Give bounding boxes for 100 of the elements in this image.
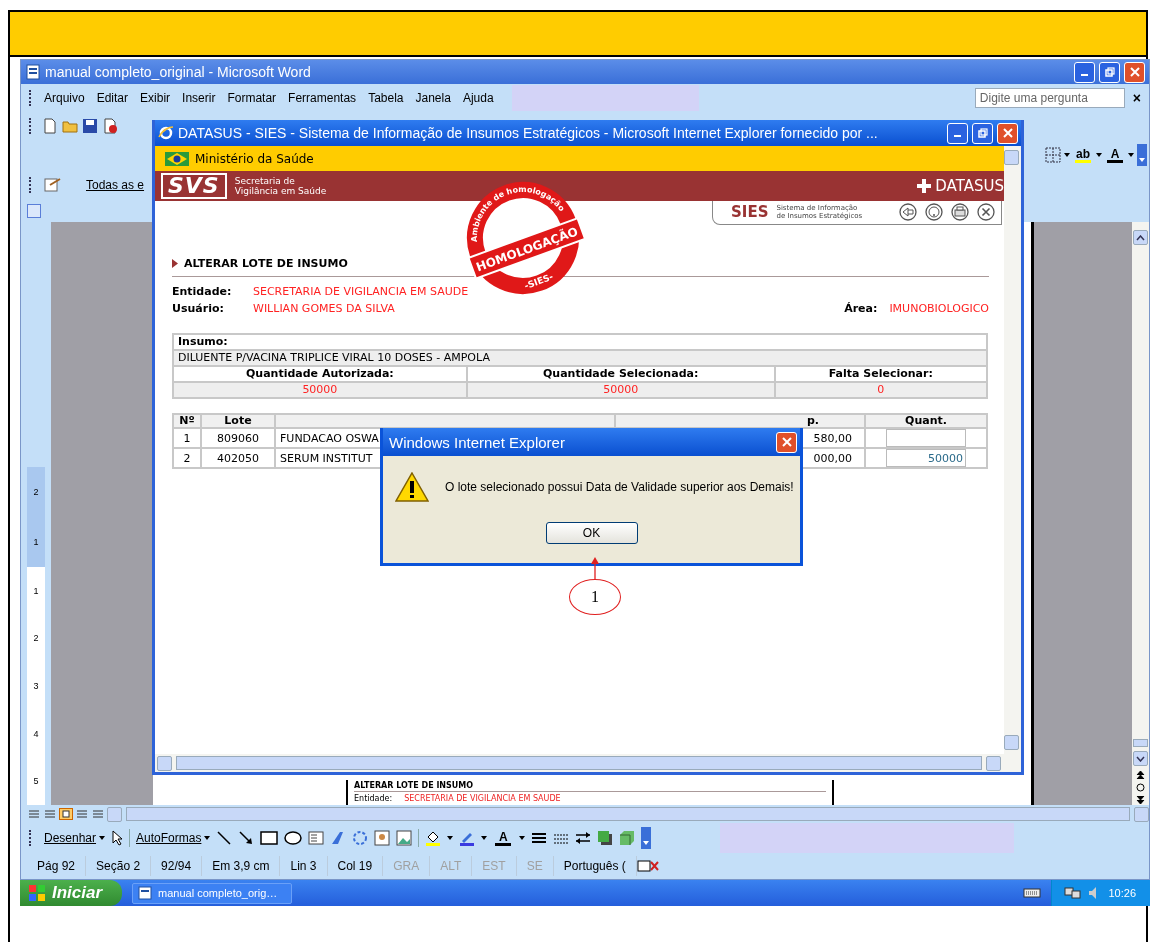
web-view-icon[interactable] (43, 808, 57, 820)
close-button[interactable] (1124, 61, 1145, 83)
quantity-field[interactable] (886, 429, 966, 447)
previous-page-icon[interactable] (1136, 770, 1145, 779)
line-style-icon[interactable] (531, 830, 548, 846)
status-item: Col 19 (327, 856, 384, 876)
agency-name: Secretaria de Vigilância em Saúde (234, 176, 327, 196)
browse-object-icon[interactable] (1136, 783, 1145, 792)
text-box-icon[interactable] (308, 830, 325, 846)
status-item: Em 3,9 cm (202, 856, 281, 876)
quantity-field[interactable]: 50000 (886, 449, 966, 467)
fill-color-icon[interactable] (425, 830, 442, 846)
menu-item[interactable]: Formatar (221, 91, 283, 105)
status-item: Seção 2 (86, 856, 152, 876)
keyboard-icon[interactable] (1023, 887, 1042, 899)
cross-icon (917, 179, 932, 193)
rectangle-icon[interactable] (260, 830, 279, 846)
line-icon[interactable] (216, 830, 233, 846)
preview-value: SECRETARIA DE VIGILANCIA EM SAUDE (404, 794, 561, 804)
status-item: EST (472, 856, 517, 876)
dropdown-caret-icon[interactable] (481, 836, 488, 840)
clip-art-icon[interactable] (374, 830, 391, 846)
borders-icon[interactable] (1045, 147, 1061, 163)
menu-item[interactable]: Ajuda (456, 91, 500, 105)
picture-icon[interactable] (396, 830, 413, 846)
dropdown-caret-icon[interactable] (1096, 153, 1102, 157)
font-color-button[interactable]: A (1105, 147, 1125, 163)
toolbar-options-icon[interactable] (1137, 144, 1147, 166)
menu-item[interactable]: Ferramentas (282, 91, 363, 105)
menu-item[interactable]: Tabela (362, 91, 410, 105)
scroll-up-button[interactable] (1133, 230, 1148, 245)
network-icon[interactable] (1064, 886, 1083, 900)
normal-view-icon[interactable] (27, 808, 41, 820)
menu-item[interactable]: Editar (90, 91, 135, 105)
reading-view-icon[interactable] (91, 808, 105, 820)
document-icon[interactable] (138, 886, 153, 900)
ruler-number: 5 (33, 776, 39, 787)
field-value: IMUNOBIOLOGICO (889, 302, 989, 315)
minimize-button[interactable] (947, 122, 968, 144)
highlight-button[interactable]: ab (1073, 147, 1093, 163)
menu-item[interactable]: Janela (409, 91, 457, 105)
restore-button[interactable] (972, 122, 993, 144)
ministry-name: Ministério da Saúde (195, 151, 314, 166)
font-color-button[interactable]: A (493, 830, 514, 846)
back-icon[interactable] (899, 203, 917, 221)
ruler-number: 4 (33, 728, 39, 739)
menu-item[interactable]: Arquivo (38, 91, 91, 105)
windows-logo-icon[interactable] (28, 884, 46, 902)
restore-icon[interactable] (1104, 67, 1115, 77)
menu-item[interactable]: Exibir (134, 91, 177, 105)
help-icon[interactable] (925, 203, 943, 221)
dropdown-caret-icon[interactable] (519, 836, 526, 840)
taskbar-button[interactable]: manual completo_orig… (132, 882, 293, 904)
table-cell: 2 (173, 448, 201, 468)
diagram-icon[interactable] (352, 830, 369, 846)
window-title: manual completo_original - Microsoft Word (45, 64, 312, 80)
status-item: 92/94 (151, 856, 203, 876)
vertical-scrollbar[interactable] (1132, 222, 1149, 805)
dialog-title: Windows Internet Explorer (389, 433, 566, 451)
status-item: Lin 3 (280, 856, 328, 876)
horizontal-scrollbar[interactable] (126, 807, 1130, 821)
oval-icon[interactable] (284, 830, 303, 846)
style-list[interactable]: Todas as e (86, 178, 145, 192)
shadow-icon[interactable] (597, 830, 614, 846)
next-page-icon[interactable] (1136, 796, 1145, 805)
line-color-icon[interactable] (459, 830, 476, 846)
minimize-button[interactable] (1074, 61, 1095, 83)
print-view-icon[interactable] (59, 808, 73, 820)
arrow-icon[interactable] (238, 830, 255, 846)
save-icon[interactable] (82, 118, 98, 134)
spelling-status-icon (636, 859, 659, 873)
dropdown-caret-icon[interactable] (447, 836, 454, 840)
draw-menu[interactable]: Desenhar (44, 831, 106, 845)
field-label: Área: (844, 302, 878, 315)
close-button[interactable] (997, 122, 1018, 144)
print-icon[interactable] (951, 203, 969, 221)
horizontal-scrollbar[interactable] (176, 756, 982, 770)
permission-icon[interactable] (102, 118, 118, 134)
pointer-icon[interactable] (111, 830, 124, 846)
menu-item[interactable]: Inserir (176, 91, 222, 105)
help-search-field[interactable]: Digite uma pergunta (974, 88, 1125, 108)
styles-icon[interactable] (44, 177, 62, 193)
close-icon[interactable] (977, 203, 995, 221)
ruler-number: 1 (33, 537, 39, 547)
restore-icon[interactable] (977, 128, 988, 138)
tab-selector-icon[interactable] (27, 204, 41, 218)
toolbar-options-icon[interactable] (641, 827, 652, 849)
close-button[interactable] (776, 431, 797, 453)
ok-button[interactable]: OK (545, 522, 638, 544)
status-item: Português ( (553, 856, 637, 876)
autoshapes-menu[interactable]: AutoFormas (136, 831, 211, 845)
restore-button[interactable] (1099, 61, 1120, 83)
scroll-down-button[interactable] (1133, 751, 1148, 766)
3d-style-icon[interactable] (619, 830, 636, 846)
outline-view-icon[interactable] (75, 808, 89, 820)
close-help-button[interactable]: × (1124, 90, 1149, 106)
new-document-icon[interactable] (42, 118, 58, 134)
arrow-style-icon[interactable] (575, 830, 592, 846)
scroll-thumb[interactable] (1133, 739, 1148, 747)
dropdown-caret-icon[interactable] (1064, 153, 1070, 157)
